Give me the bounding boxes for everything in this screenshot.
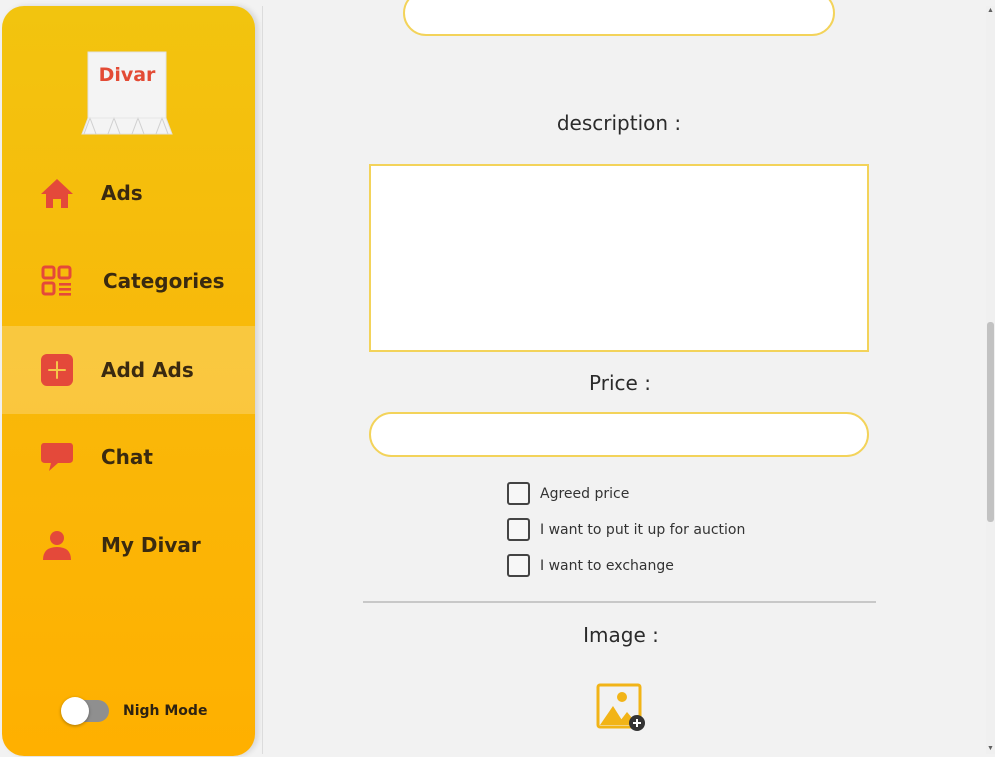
section-divider [363, 601, 876, 603]
logo-text: Divar [98, 64, 156, 86]
sidebar-item-categories[interactable]: Categories [2, 237, 255, 325]
scroll-up-icon[interactable]: ▲ [986, 6, 995, 16]
toggle-knob [61, 697, 89, 725]
sidebar-item-label: Add Ads [101, 358, 194, 382]
home-icon [40, 176, 74, 210]
night-mode-toggle[interactable] [61, 697, 109, 725]
agreed-price-option[interactable]: Agreed price [507, 482, 629, 505]
auction-option[interactable]: I want to put it up for auction [507, 518, 745, 541]
plus-square-icon [40, 353, 74, 387]
exchange-option[interactable]: I want to exchange [507, 554, 674, 577]
sidebar-item-label: My Divar [101, 533, 201, 557]
exchange-checkbox[interactable] [507, 554, 530, 577]
vertical-scrollbar[interactable]: ▲ ▼ [986, 6, 995, 754]
top-text-field[interactable] [403, 0, 835, 36]
image-label: Image : [583, 623, 659, 647]
divar-logo: Divar [80, 48, 174, 138]
scroll-down-icon[interactable]: ▼ [986, 744, 995, 754]
add-image-button[interactable] [595, 682, 649, 734]
scrollbar-thumb[interactable] [987, 322, 994, 522]
auction-checkbox[interactable] [507, 518, 530, 541]
categories-grid-icon [40, 264, 74, 298]
description-textarea[interactable] [369, 164, 869, 352]
checkbox-label: I want to put it up for auction [540, 521, 746, 538]
user-icon [40, 528, 74, 562]
agreed-price-checkbox[interactable] [507, 482, 530, 505]
sidebar: Divar Ads Categories Add Ads Chat My Div… [2, 6, 255, 756]
night-mode-label: Nigh Mode [123, 703, 208, 719]
night-mode-control: Nigh Mode [61, 697, 208, 725]
sidebar-item-label: Chat [101, 445, 153, 469]
chat-bubble-icon [40, 440, 74, 474]
sidebar-item-chat[interactable]: Chat [2, 413, 255, 501]
sidebar-item-ads[interactable]: Ads [2, 149, 255, 237]
description-label: description : [556, 111, 682, 135]
sidebar-item-label: Categories [103, 269, 225, 293]
add-image-icon [596, 683, 645, 731]
checkbox-label: I want to exchange [540, 557, 674, 574]
sidebar-item-add-ads[interactable]: Add Ads [2, 326, 255, 414]
price-input[interactable] [369, 412, 869, 457]
sidebar-item-my-divar[interactable]: My Divar [2, 501, 255, 589]
checkbox-label: Agreed price [540, 485, 630, 502]
price-label: Price : [589, 371, 651, 395]
app-window: Divar Ads Categories Add Ads Chat My Div… [0, 0, 995, 757]
content-divider [262, 6, 263, 754]
sidebar-item-label: Ads [101, 181, 143, 205]
logo-paper-icon [81, 51, 173, 135]
